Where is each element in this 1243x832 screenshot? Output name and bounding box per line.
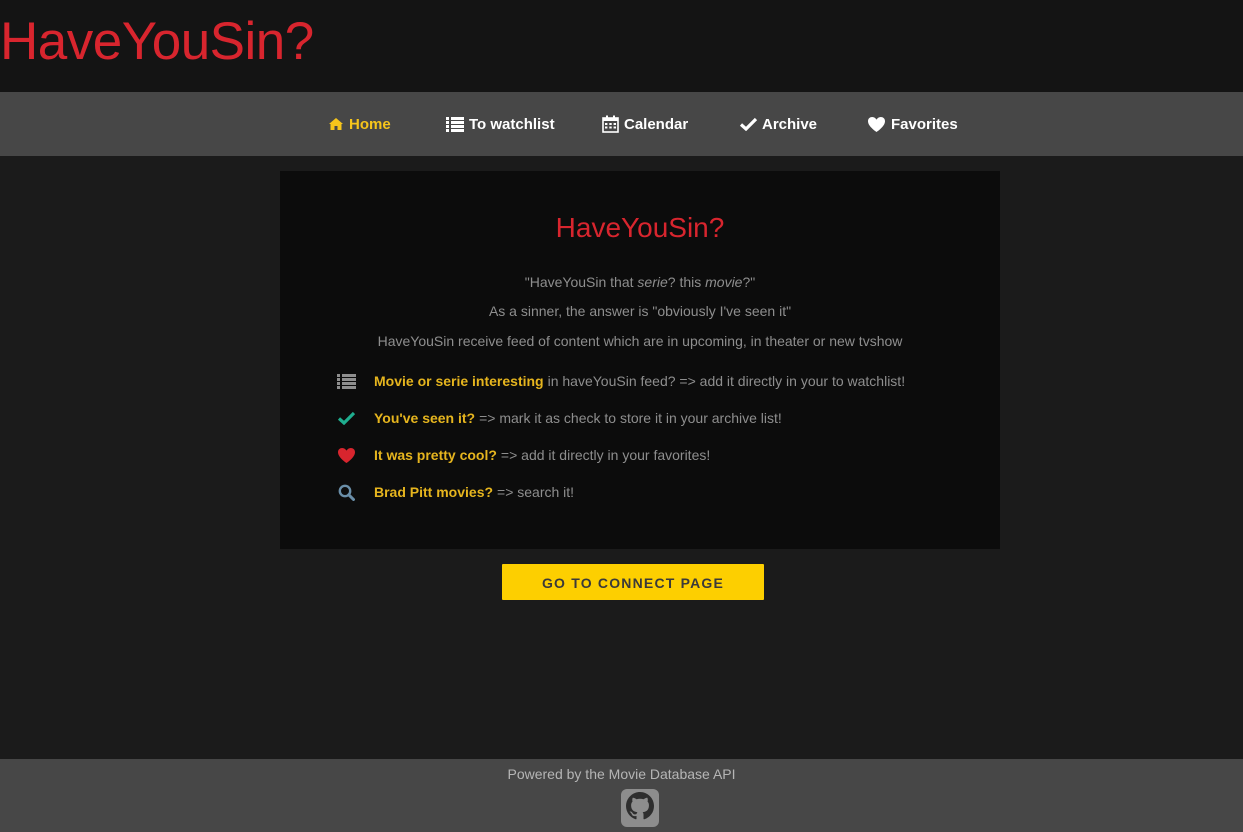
check-icon bbox=[740, 117, 757, 131]
heart-icon bbox=[867, 116, 886, 133]
nav-item-favorites[interactable]: Favorites bbox=[867, 112, 958, 136]
home-icon bbox=[328, 117, 344, 131]
intro-line-3: HaveYouSin receive feed of content which… bbox=[377, 333, 903, 349]
github-link[interactable] bbox=[621, 789, 659, 827]
feature-text: => add it directly in your favorites! bbox=[500, 447, 711, 463]
list-icon bbox=[334, 373, 358, 389]
search-icon bbox=[334, 484, 358, 501]
nav-item-label: To watchlist bbox=[469, 115, 555, 133]
app-title[interactable]: HaveYouSin? bbox=[0, 10, 314, 74]
feature-item-favorites: It was pretty cool? => add it directly i… bbox=[334, 444, 710, 466]
intro-text: ? this bbox=[667, 274, 706, 290]
nav-item-calendar[interactable]: Calendar bbox=[602, 112, 688, 136]
list-icon bbox=[446, 116, 464, 132]
intro-panel: HaveYouSin? "HaveYouSin that serie? this… bbox=[280, 171, 1000, 549]
feature-text: => mark it as check to store it in your … bbox=[479, 410, 782, 426]
feature-highlight: It was pretty cool? bbox=[374, 447, 497, 463]
panel-title: HaveYouSin? bbox=[555, 212, 725, 243]
feature-highlight: Movie or serie interesting bbox=[374, 373, 544, 389]
nav-item-label: Calendar bbox=[624, 115, 689, 133]
feature-highlight: Brad Pitt movies? bbox=[374, 484, 494, 500]
feature-item-watchlist: Movie or serie interesting in haveYouSin… bbox=[334, 370, 905, 392]
nav-item-label: Home bbox=[349, 115, 391, 133]
feature-text: in haveYouSin feed? => add it directly i… bbox=[547, 373, 906, 389]
nav-item-label: Archive bbox=[762, 115, 818, 133]
heart-icon bbox=[334, 447, 358, 464]
nav-item-home[interactable]: Home bbox=[328, 112, 391, 136]
github-icon bbox=[626, 791, 654, 825]
feature-item-search: Brad Pitt movies? => search it! bbox=[334, 481, 574, 503]
app-header: HaveYouSin? bbox=[0, 0, 1243, 92]
intro-text: "HaveYouSin that bbox=[524, 274, 638, 290]
intro-line-2: As a sinner, the answer is "obviously I'… bbox=[488, 303, 792, 319]
intro-emphasis: serie bbox=[637, 274, 668, 290]
footer-credit: Powered by the Movie Database API bbox=[507, 766, 736, 782]
nav-item-archive[interactable]: Archive bbox=[740, 112, 817, 136]
intro-text: ?" bbox=[742, 274, 756, 290]
nav-item-label: Favorites bbox=[891, 115, 958, 133]
check-icon bbox=[334, 411, 358, 425]
intro-emphasis: movie bbox=[705, 274, 743, 290]
footer: Powered by the Movie Database API bbox=[0, 759, 1243, 832]
main-content: HaveYouSin? "HaveYouSin that serie? this… bbox=[0, 156, 1243, 759]
feature-item-archive: You've seen it? => mark it as check to s… bbox=[334, 407, 782, 429]
calendar-icon bbox=[602, 115, 619, 133]
go-to-connect-page-button[interactable]: GO TO CONNECT PAGE bbox=[502, 564, 764, 600]
nav-bar: Home To watchlist Calendar Archive Favor… bbox=[0, 92, 1243, 156]
nav-item-to-watchlist[interactable]: To watchlist bbox=[446, 112, 555, 136]
feature-text: => search it! bbox=[497, 484, 575, 500]
intro-line-1: "HaveYouSin that serie? this movie?" bbox=[280, 273, 1000, 291]
feature-highlight: You've seen it? bbox=[374, 410, 476, 426]
